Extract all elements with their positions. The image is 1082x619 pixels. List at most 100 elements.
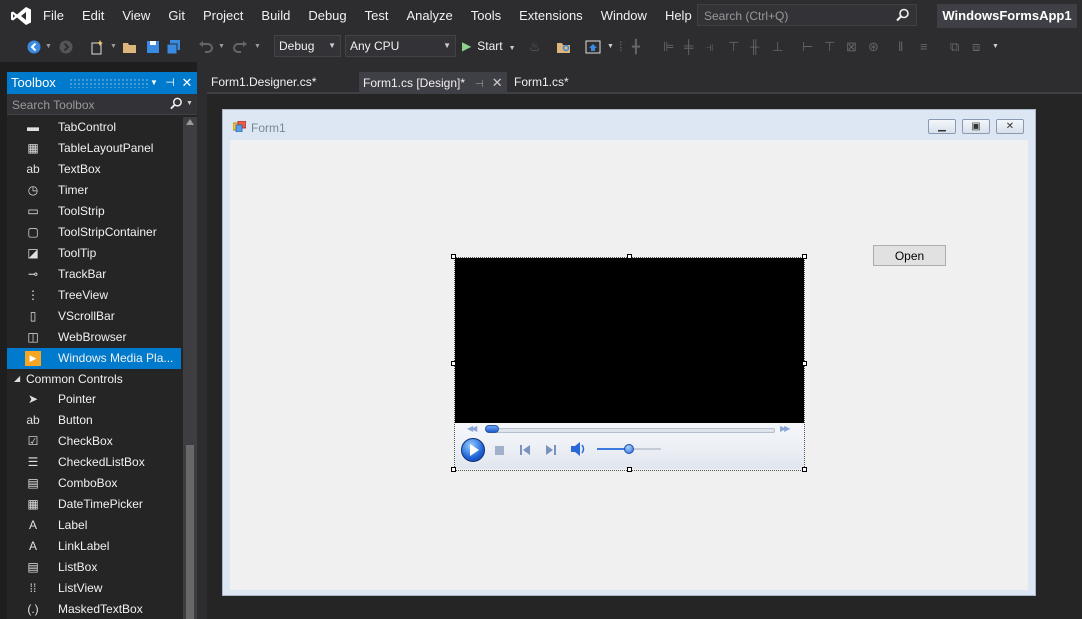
panel-drag-grip[interactable] (69, 78, 149, 88)
chevron-down-icon[interactable]: ▼ (186, 94, 193, 114)
form-client-area[interactable]: ◀◀ ▶▶ Open (230, 140, 1028, 590)
open-folder-icon[interactable] (122, 39, 138, 55)
search-icon[interactable] (896, 8, 910, 22)
align-lefts-icon[interactable]: ╋ (632, 39, 648, 55)
tab-form1-cs[interactable]: Form1.cs* (510, 72, 573, 93)
size-to-grid-icon[interactable]: ⊛ (868, 39, 884, 55)
toolbox-group-common-controls[interactable]: ◢ Common Controls (7, 369, 181, 389)
align-left-icon[interactable]: ⊫ (663, 39, 679, 55)
tab-form1-designer-cs[interactable]: Form1.Designer.cs* (207, 72, 320, 93)
back-dropdown-icon[interactable]: ▼ (45, 32, 52, 62)
vertical-spacing-icon[interactable]: ≡ (920, 39, 936, 55)
toolbox-item-treeview[interactable]: ⋮ TreeView (7, 285, 181, 306)
menu-tools[interactable]: Tools (462, 0, 510, 32)
resize-handle-top-right[interactable] (802, 254, 807, 259)
resize-handle-top-left[interactable] (451, 254, 456, 259)
toolbox-item-listbox[interactable]: ▤ ListBox (7, 557, 181, 578)
seek-thumb[interactable] (485, 425, 499, 433)
windows-media-player-control[interactable]: ◀◀ ▶▶ (451, 254, 807, 472)
panel-splitter[interactable] (197, 62, 207, 619)
toolbox-search-box[interactable]: ▼ (7, 94, 197, 116)
toolbox-item-combobox[interactable]: ▤ ComboBox (7, 473, 181, 494)
pin-icon[interactable]: ⊣ (475, 79, 484, 90)
scrollbar-thumb[interactable] (186, 445, 194, 619)
search-icon[interactable] (170, 97, 183, 110)
toolbox-item-datetimepicker[interactable]: ▦ DateTimePicker (7, 494, 181, 515)
menu-project[interactable]: Project (194, 0, 252, 32)
menu-extensions[interactable]: Extensions (510, 0, 592, 32)
horizontal-spacing-icon[interactable]: ‖ (898, 39, 914, 55)
solution-name-badge[interactable]: WindowsFormsApp1 (937, 4, 1077, 28)
maximize-button[interactable]: ▣ (962, 119, 990, 134)
menu-file[interactable]: File (34, 0, 73, 32)
resize-handle-bottom[interactable] (627, 467, 632, 472)
toolbox-item-tabcontrol[interactable]: ▬ TabControl (7, 117, 181, 138)
next-track-icon[interactable] (545, 444, 557, 456)
align-tops-icon[interactable]: ⊤ (728, 39, 744, 55)
make-same-size-icon[interactable]: ⊠ (846, 39, 862, 55)
make-same-width-icon[interactable]: ⊢ (802, 39, 818, 55)
toolbox-item-toolstripcontainer[interactable]: ▢ ToolStripContainer (7, 222, 181, 243)
new-project-icon[interactable] (89, 39, 105, 55)
menu-help[interactable]: Help (656, 0, 701, 32)
toolbox-item-checkbox[interactable]: ☑ CheckBox (7, 431, 181, 452)
toolbox-scrollbar[interactable] (183, 117, 197, 619)
resize-handle-left[interactable] (451, 361, 456, 366)
toolbox-item-timer[interactable]: ◷ Timer (7, 180, 181, 201)
view-designer-icon[interactable] (585, 39, 601, 55)
volume-slider-thumb[interactable] (624, 444, 634, 454)
toolbox-item-windows-media-player[interactable]: ▶ Windows Media Pla... (7, 348, 181, 369)
toolbox-item-pointer[interactable]: ➤ Pointer (7, 389, 181, 410)
scroll-up-arrow-icon[interactable] (186, 119, 194, 125)
toolbox-item-button[interactable]: ab Button (7, 410, 181, 431)
redo-icon[interactable] (232, 39, 248, 55)
open-button[interactable]: Open (873, 245, 946, 266)
hot-reload-icon[interactable]: ♨ (529, 39, 545, 55)
toolbox-item-webbrowser[interactable]: ◫ WebBrowser (7, 327, 181, 348)
undo-icon[interactable] (198, 39, 214, 55)
search-box[interactable] (697, 4, 917, 27)
close-window-button[interactable]: ✕ (996, 119, 1024, 134)
toolbox-item-linklabel[interactable]: A LinkLabel (7, 536, 181, 557)
align-centers-icon[interactable]: ╪ (684, 39, 700, 55)
view-dropdown-icon[interactable]: ▼ (607, 32, 614, 62)
play-button[interactable] (461, 438, 485, 462)
menu-view[interactable]: View (113, 0, 159, 32)
toolbar-overflow-icon[interactable]: ▼ (992, 32, 999, 62)
align-bottoms-icon[interactable]: ⊥ (772, 39, 788, 55)
menu-analyze[interactable]: Analyze (397, 0, 461, 32)
toolbox-item-listview[interactable]: ⁞⁞ ListView (7, 578, 181, 599)
menu-edit[interactable]: Edit (73, 0, 113, 32)
toolbox-item-tablelayoutpanel[interactable]: ▦ TableLayoutPanel (7, 138, 181, 159)
window-position-icon[interactable]: ▼ (146, 72, 162, 94)
new-dropdown-icon[interactable]: ▼ (110, 32, 117, 62)
toolbox-item-vscrollbar[interactable]: ▯ VScrollBar (7, 306, 181, 327)
form-window[interactable]: Form1 ▁ ▣ ✕ ◀◀ ▶▶ Open (222, 109, 1036, 596)
menu-git[interactable]: Git (159, 0, 194, 32)
toolbox-header[interactable]: Toolbox ▼ ⊣ ✕ (7, 72, 197, 94)
previous-track-icon[interactable] (519, 444, 531, 456)
stop-button[interactable] (495, 446, 504, 455)
toolbox-search-input[interactable] (7, 94, 174, 116)
find-in-files-icon[interactable] (556, 39, 572, 55)
menu-build[interactable]: Build (252, 0, 299, 32)
menu-window[interactable]: Window (592, 0, 656, 32)
tab-form1-design[interactable]: Form1.cs [Design]* ⊣ ✕ (359, 72, 507, 93)
align-rights-icon[interactable]: ⫣ (706, 39, 722, 55)
toolbox-item-label[interactable]: A Label (7, 515, 181, 536)
toolbox-item-tooltip[interactable]: ◪ ToolTip (7, 243, 181, 264)
close-icon[interactable]: ✕ (179, 72, 195, 94)
back-arrow-icon[interactable] (26, 39, 42, 55)
undo-dropdown-icon[interactable]: ▼ (218, 32, 225, 62)
save-all-icon[interactable] (166, 39, 182, 55)
toolbox-item-checkedlistbox[interactable]: ☰ CheckedListBox (7, 452, 181, 473)
toolbox-item-textbox[interactable]: ab TextBox (7, 159, 181, 180)
resize-handle-bottom-right[interactable] (802, 467, 807, 472)
fast-forward-icon[interactable]: ▶▶ (780, 424, 790, 433)
forward-arrow-icon[interactable] (58, 39, 74, 55)
designer-surface[interactable]: Form1 ▁ ▣ ✕ ◀◀ ▶▶ Open (207, 94, 1082, 619)
solution-configuration-select[interactable]: Debug ▼ (274, 35, 341, 57)
close-icon[interactable]: ✕ (492, 75, 503, 90)
bring-to-front-icon[interactable]: ⧉ (950, 39, 966, 55)
make-same-height-icon[interactable]: ⊤ (824, 39, 840, 55)
